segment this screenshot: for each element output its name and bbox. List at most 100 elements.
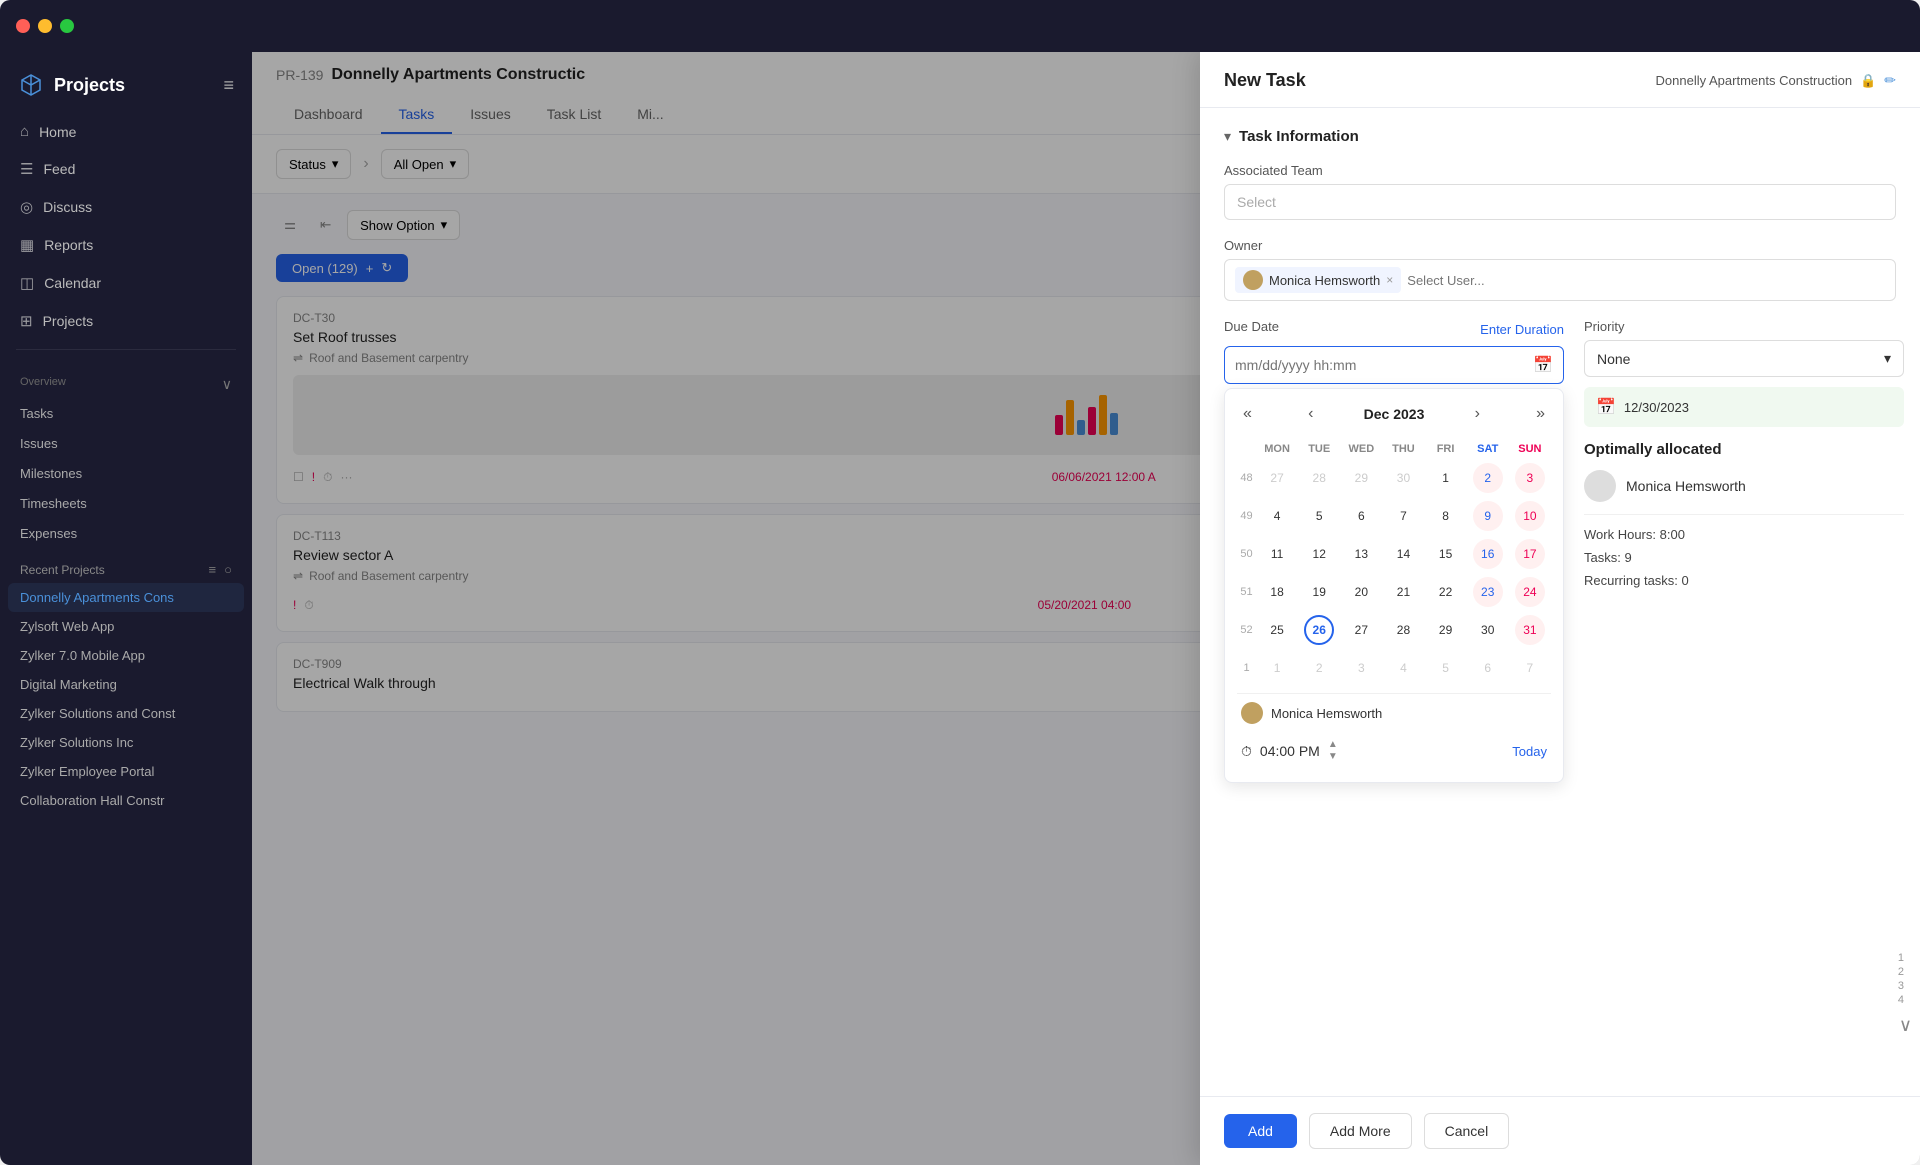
calendar-day[interactable]: 29 bbox=[1425, 611, 1467, 649]
project-item-donnelly[interactable]: Donnelly Apartments Cons bbox=[8, 583, 244, 612]
edit-icon[interactable]: ✏ bbox=[1884, 72, 1896, 89]
owner-input-container[interactable]: Monica Hemsworth × bbox=[1224, 259, 1896, 301]
sidebar-menu-button[interactable]: ≡ bbox=[223, 75, 234, 96]
calendar-day[interactable]: 19 bbox=[1298, 573, 1340, 611]
project-item-zylsoft[interactable]: Zylsoft Web App bbox=[8, 612, 244, 641]
calendar-day[interactable]: 15 bbox=[1425, 535, 1467, 573]
cal-prev-year-button[interactable]: « bbox=[1237, 401, 1258, 427]
calendar-day[interactable]: 6 bbox=[1467, 649, 1509, 687]
project-item-collaboration[interactable]: Collaboration Hall Constr bbox=[8, 786, 244, 815]
discuss-icon: ◎ bbox=[20, 198, 33, 216]
cal-next-month-button[interactable]: › bbox=[1469, 401, 1486, 427]
cal-prev-month-button[interactable]: ‹ bbox=[1302, 401, 1319, 427]
calendar-day[interactable]: 24 bbox=[1509, 573, 1551, 611]
project-item-zylker-inc[interactable]: Zylker Solutions Inc bbox=[8, 728, 244, 757]
sidebar-item-tasks[interactable]: Tasks bbox=[8, 399, 244, 428]
calendar-day[interactable]: 2 bbox=[1298, 649, 1340, 687]
modal-title: New Task bbox=[1224, 70, 1306, 91]
calendar-day[interactable]: 6 bbox=[1340, 497, 1382, 535]
calendar-day[interactable]: 1 bbox=[1425, 459, 1467, 497]
time-down-icon[interactable]: ▼ bbox=[1328, 752, 1338, 762]
calendar-day[interactable]: 4 bbox=[1382, 649, 1424, 687]
sidebar-item-feed[interactable]: ☰ Feed bbox=[8, 151, 244, 187]
calendar-day[interactable]: 28 bbox=[1382, 611, 1424, 649]
calendar-day[interactable]: 17 bbox=[1509, 535, 1551, 573]
recent-menu-icon[interactable]: ≡ bbox=[209, 562, 217, 577]
cal-green-icon: 📅 bbox=[1596, 397, 1616, 417]
sidebar-item-reports[interactable]: ▦ Reports bbox=[8, 227, 244, 263]
calendar-day[interactable]: 21 bbox=[1382, 573, 1424, 611]
calendar-day[interactable]: 16 bbox=[1467, 535, 1509, 573]
calendar-day[interactable]: 27 bbox=[1256, 459, 1298, 497]
calendar-day[interactable]: 12 bbox=[1298, 535, 1340, 573]
calendar-day[interactable]: 9 bbox=[1467, 497, 1509, 535]
calendar-day[interactable]: 29 bbox=[1340, 459, 1382, 497]
time-stepper[interactable]: ▲ ▼ bbox=[1328, 740, 1338, 762]
project-item-employee-portal[interactable]: Zylker Employee Portal bbox=[8, 757, 244, 786]
lock-icon: 🔒 bbox=[1860, 73, 1876, 89]
calendar-day[interactable]: 10 bbox=[1509, 497, 1551, 535]
calendar-day[interactable]: 7 bbox=[1509, 649, 1551, 687]
task-info-section-header[interactable]: ▾ Task Information bbox=[1224, 128, 1896, 145]
calendar-day[interactable]: 13 bbox=[1340, 535, 1382, 573]
project-item-zylker70[interactable]: Zylker 7.0 Mobile App bbox=[8, 641, 244, 670]
dot-yellow[interactable] bbox=[38, 19, 52, 33]
calendar-month-label: Dec 2023 bbox=[1364, 406, 1425, 422]
calendar-day[interactable]: 2 bbox=[1467, 459, 1509, 497]
calendar-day[interactable]: 3 bbox=[1509, 459, 1551, 497]
overview-chevron[interactable]: ∨ bbox=[222, 376, 232, 393]
calendar-picker-icon[interactable]: 📅 bbox=[1533, 355, 1553, 375]
calendar-day[interactable]: 4 bbox=[1256, 497, 1298, 535]
calendar-day[interactable]: 5 bbox=[1425, 649, 1467, 687]
sidebar-item-home[interactable]: ⌂ Home bbox=[8, 114, 244, 149]
dot-red[interactable] bbox=[16, 19, 30, 33]
calendar-day[interactable]: 1 bbox=[1256, 649, 1298, 687]
sidebar-item-calendar[interactable]: ◫ Calendar bbox=[8, 265, 244, 301]
calendar-day[interactable]: 5 bbox=[1298, 497, 1340, 535]
sidebar-item-expenses[interactable]: Expenses bbox=[8, 519, 244, 548]
owner-remove-button[interactable]: × bbox=[1386, 273, 1393, 287]
dot-green[interactable] bbox=[60, 19, 74, 33]
project-list: Donnelly Apartments Cons Zylsoft Web App… bbox=[0, 583, 252, 815]
project-item-digital[interactable]: Digital Marketing bbox=[8, 670, 244, 699]
calendar-day[interactable]: 22 bbox=[1425, 573, 1467, 611]
calendar-day[interactable]: 31 bbox=[1509, 611, 1551, 649]
cancel-button[interactable]: Cancel bbox=[1424, 1113, 1510, 1149]
associated-team-field: Associated Team Select bbox=[1224, 163, 1896, 220]
calendar-day[interactable]: 30 bbox=[1467, 611, 1509, 649]
project-item-zylker-solutions[interactable]: Zylker Solutions and Const bbox=[8, 699, 244, 728]
recent-search-icon[interactable]: ○ bbox=[224, 562, 232, 577]
calendar-day[interactable]: 23 bbox=[1467, 573, 1509, 611]
calendar-day[interactable]: 11 bbox=[1256, 535, 1298, 573]
calendar-day[interactable]: 27 bbox=[1340, 611, 1382, 649]
owner-tag: Monica Hemsworth × bbox=[1235, 267, 1401, 293]
time-up-icon[interactable]: ▲ bbox=[1328, 740, 1338, 750]
calendar-day[interactable]: 25 bbox=[1256, 611, 1298, 649]
expand-button[interactable]: ∨ bbox=[1899, 1015, 1912, 1036]
sidebar-item-issues[interactable]: Issues bbox=[8, 429, 244, 458]
date-input[interactable] bbox=[1235, 357, 1525, 373]
calendar-day[interactable]: 26 bbox=[1298, 611, 1340, 649]
col-tue: TUE bbox=[1298, 439, 1340, 459]
add-more-button[interactable]: Add More bbox=[1309, 1113, 1412, 1149]
calendar-day[interactable]: 7 bbox=[1382, 497, 1424, 535]
priority-select[interactable]: None ▾ bbox=[1584, 340, 1904, 377]
sidebar-item-projects[interactable]: ⊞ Projects bbox=[8, 303, 244, 339]
calendar-day[interactable]: 20 bbox=[1340, 573, 1382, 611]
sidebar-item-milestones[interactable]: Milestones bbox=[8, 459, 244, 488]
enter-duration-link[interactable]: Enter Duration bbox=[1480, 322, 1564, 337]
associated-team-select[interactable]: Select bbox=[1224, 184, 1896, 220]
add-button[interactable]: Add bbox=[1224, 1114, 1297, 1148]
calendar-day[interactable]: 3 bbox=[1340, 649, 1382, 687]
section-collapse-icon: ▾ bbox=[1224, 128, 1231, 145]
calendar-day[interactable]: 18 bbox=[1256, 573, 1298, 611]
sidebar-item-timesheets[interactable]: Timesheets bbox=[8, 489, 244, 518]
calendar-day[interactable]: 14 bbox=[1382, 535, 1424, 573]
owner-search-input[interactable] bbox=[1407, 273, 1885, 288]
calendar-day[interactable]: 30 bbox=[1382, 459, 1424, 497]
calendar-day[interactable]: 8 bbox=[1425, 497, 1467, 535]
today-button[interactable]: Today bbox=[1512, 744, 1547, 759]
sidebar-item-discuss[interactable]: ◎ Discuss bbox=[8, 189, 244, 225]
calendar-day[interactable]: 28 bbox=[1298, 459, 1340, 497]
cal-next-year-button[interactable]: » bbox=[1530, 401, 1551, 427]
